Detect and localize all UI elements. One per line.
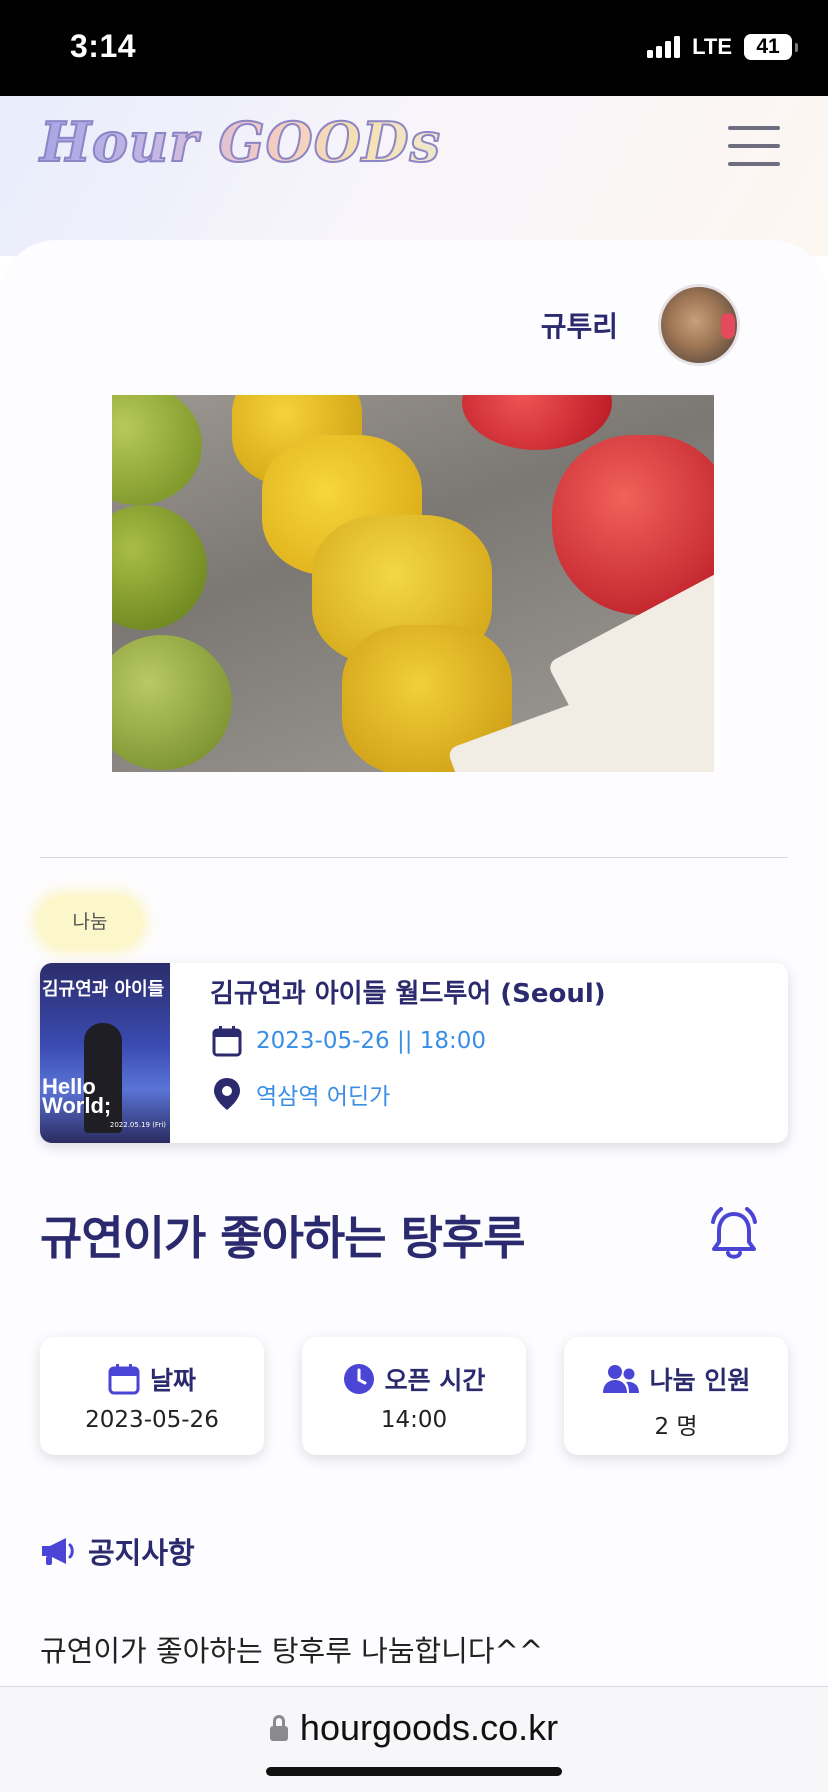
author-avatar[interactable] — [658, 284, 740, 366]
section-divider — [40, 857, 788, 858]
calendar-icon — [212, 1026, 242, 1057]
info-value: 2 명 — [654, 1414, 698, 1440]
event-title[interactable]: 김규연과 아이들 월드투어 (Seoul) — [210, 973, 606, 1010]
location-pin-icon — [214, 1078, 240, 1110]
info-card-share-count: 나눔 인원 2 명 — [564, 1337, 788, 1455]
event-datetime-text: 2023-05-26 || 18:00 — [256, 1028, 487, 1054]
info-label: 나눔 인원 — [649, 1366, 751, 1395]
info-card-date: 날짜 2023-05-26 — [40, 1337, 264, 1455]
status-bar: 3:14 LTE 41 — [0, 0, 828, 96]
megaphone-icon — [42, 1538, 74, 1565]
category-badge: 나눔 — [40, 898, 140, 946]
info-label: 날짜 — [149, 1366, 196, 1395]
battery-icon: 41 — [744, 34, 798, 60]
notice-label: 공지사항 — [88, 1536, 195, 1570]
event-thumbnail: 김규연과 아이들 Hello World; 2022.05.19 (Fri) — [40, 963, 170, 1143]
info-card-open-time: 오픈 시간 14:00 — [302, 1337, 526, 1455]
post-detail: 규투리 나눔 김규연과 아이들 Hello World; 2022.05.19 … — [0, 240, 828, 1690]
event-place: 역삼역 어딘가 — [212, 1077, 390, 1111]
event-thumbnail-date: 2022.05.19 (Fri) — [109, 1121, 166, 1129]
post-title: 규연이가 좋아하는 탕후루 — [40, 1211, 526, 1265]
browser-address-bar[interactable]: hourgoods.co.kr — [0, 1686, 828, 1792]
notice-heading: 공지사항 — [40, 1530, 195, 1572]
post-author[interactable]: 규투리 — [541, 284, 740, 366]
info-label: 오픈 시간 — [384, 1366, 486, 1395]
linked-event-card[interactable]: 김규연과 아이들 Hello World; 2022.05.19 (Fri) 김… — [40, 963, 788, 1143]
product-image — [112, 395, 714, 772]
info-value: 2023-05-26 — [85, 1407, 219, 1433]
event-thumbnail-text: Hello World; — [42, 1074, 112, 1118]
app-logo[interactable]: Hour GOODs — [39, 109, 441, 175]
calendar-icon — [108, 1364, 140, 1395]
event-datetime: 2023-05-26 || 18:00 — [212, 1025, 486, 1057]
network-label: LTE — [692, 34, 732, 59]
info-value: 14:00 — [380, 1407, 448, 1433]
bell-icon[interactable] — [708, 1206, 760, 1262]
author-name[interactable]: 규투리 — [541, 305, 618, 345]
url-display[interactable]: hourgoods.co.kr — [0, 1707, 828, 1749]
event-place-text: 역삼역 어딘가 — [256, 1084, 391, 1110]
users-icon — [602, 1365, 639, 1393]
signal-icon — [647, 36, 681, 58]
clock-icon — [343, 1364, 374, 1394]
status-indicators: LTE 41 — [647, 34, 798, 60]
home-indicator[interactable] — [266, 1767, 562, 1776]
event-thumbnail-title: 김규연과 아이들 — [42, 979, 165, 1000]
notice-text: 규연이가 좋아하는 탕후루 나눔합니다^^ — [40, 1634, 544, 1668]
url-text[interactable]: hourgoods.co.kr — [300, 1707, 558, 1749]
app-header: Hour GOODs — [0, 96, 828, 256]
hamburger-menu-icon[interactable] — [728, 126, 780, 166]
lock-icon — [269, 1715, 288, 1741]
status-time: 3:14 — [70, 28, 137, 64]
